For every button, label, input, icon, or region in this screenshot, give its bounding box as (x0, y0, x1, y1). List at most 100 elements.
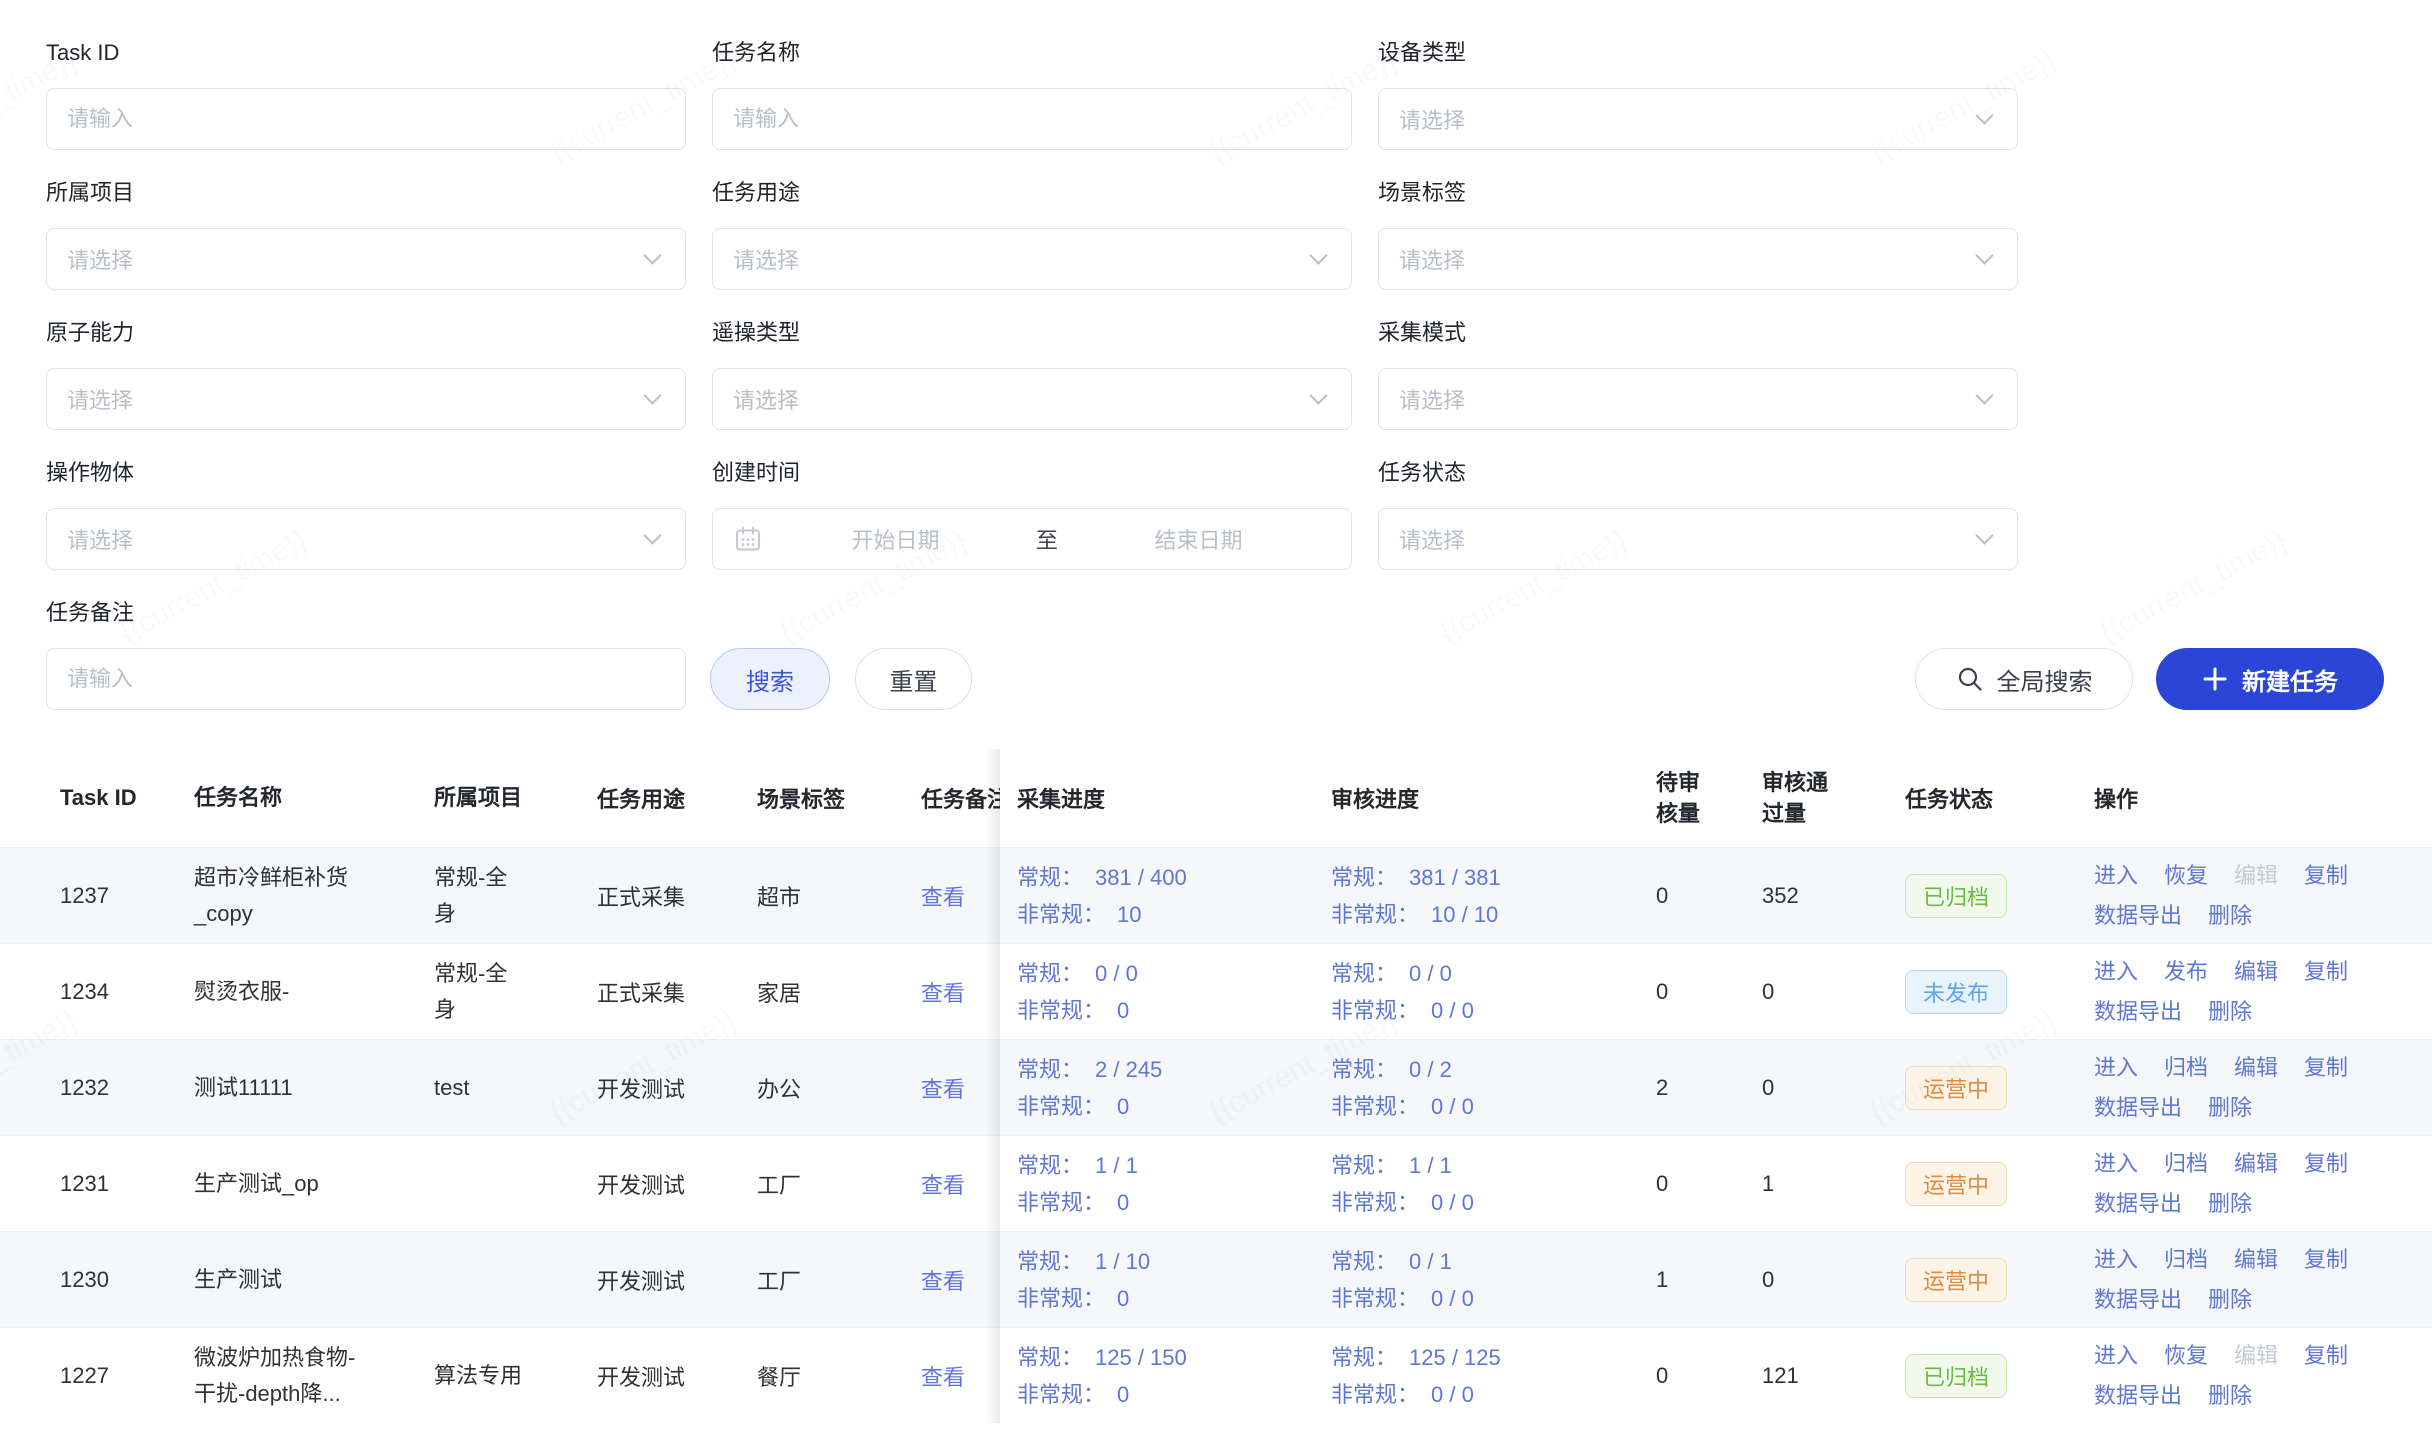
archive-link[interactable]: 归档 (2164, 1145, 2208, 1182)
enter-link[interactable]: 进入 (2094, 1145, 2138, 1182)
delete-link[interactable]: 删除 (2208, 1281, 2252, 1318)
view-remark-link[interactable]: 查看 (921, 976, 965, 1008)
delete-link[interactable]: 删除 (2208, 1377, 2252, 1414)
delete-link[interactable]: 删除 (2208, 897, 2252, 934)
export-data-link[interactable]: 数据导出 (2094, 1185, 2182, 1222)
progress-regular-line: 常规：0 / 1 (1331, 1243, 1474, 1280)
progress-regular-line: 常规：125 / 125 (1331, 1339, 1501, 1376)
search-button[interactable]: 搜索 (710, 648, 830, 710)
regular-label: 常规： (1017, 1153, 1083, 1178)
chevron-down-icon (1975, 526, 1993, 544)
global-search-button[interactable]: 全局搜索 (1915, 648, 2133, 710)
edit-link[interactable]: 编辑 (2234, 1049, 2278, 1086)
delete-link[interactable]: 删除 (2208, 993, 2252, 1030)
task-table: Task ID任务名称所属项目任务用途场景标签任务备注采集进度审核进度待审核量审… (0, 749, 2432, 1423)
cell-approved-count: 121 (1750, 1328, 1890, 1423)
task-remark-input[interactable] (46, 648, 686, 710)
filter-label-task-id: Task ID (46, 38, 686, 68)
export-data-link[interactable]: 数据导出 (2094, 1377, 2182, 1414)
enter-link[interactable]: 进入 (2094, 1241, 2138, 1278)
col-header-review-progress: 审核进度 (1331, 749, 1644, 847)
copy-link[interactable]: 复制 (2304, 1241, 2348, 1278)
cell-approved-count: 0 (1750, 944, 1890, 1039)
archive-link[interactable]: 归档 (2164, 1049, 2208, 1086)
select-placeholder: 请选择 (67, 383, 133, 415)
date-range-separator: 至 (1028, 523, 1066, 555)
view-remark-link[interactable]: 查看 (921, 880, 965, 912)
cell-task-name: 测试11111 (170, 1040, 410, 1135)
view-remark-link[interactable]: 查看 (921, 1072, 965, 1104)
task-id-input[interactable] (46, 88, 686, 150)
progress-irregular-line: 非常规：0 (1017, 1088, 1162, 1125)
teleop-type-select[interactable]: 请选择 (712, 368, 1352, 430)
regular-value: 1 / 10 (1095, 1249, 1150, 1274)
delete-link[interactable]: 删除 (2208, 1185, 2252, 1222)
filter-task-usage: 任务用途请选择 (712, 178, 1352, 290)
col-header-project: 所属项目 (410, 749, 573, 847)
copy-link[interactable]: 复制 (2304, 1145, 2348, 1182)
progress-irregular-line: 非常规：0 (1017, 992, 1138, 1029)
filter-label-task-status: 任务状态 (1378, 458, 2018, 488)
edit-link[interactable]: 编辑 (2234, 953, 2278, 990)
cell-approved-count: 1 (1750, 1136, 1890, 1231)
task-status-select[interactable]: 请选择 (1378, 508, 2018, 570)
calendar-icon (733, 524, 763, 554)
reset-button[interactable]: 重置 (855, 648, 972, 710)
restore-link[interactable]: 恢复 (2164, 1337, 2208, 1374)
atomic-ability-select[interactable]: 请选择 (46, 368, 686, 430)
copy-link[interactable]: 复制 (2304, 857, 2348, 894)
create-time-range-picker[interactable]: 开始日期至结束日期 (712, 508, 1352, 570)
filter-label-task-remark: 任务备注 (46, 598, 686, 628)
export-data-link[interactable]: 数据导出 (2094, 897, 2182, 934)
collect-mode-select[interactable]: 请选择 (1378, 368, 2018, 430)
edit-link[interactable]: 编辑 (2234, 1241, 2278, 1278)
progress-irregular-line: 非常规：0 (1017, 1280, 1150, 1317)
irregular-value: 0 (1117, 1094, 1129, 1119)
publish-link[interactable]: 发布 (2164, 953, 2208, 990)
export-data-link[interactable]: 数据导出 (2094, 1281, 2182, 1318)
copy-link[interactable]: 复制 (2304, 953, 2348, 990)
cell-task-name: 微波炉加热食物-干扰-depth降... (170, 1328, 410, 1423)
cell-approved-count: 352 (1750, 848, 1890, 943)
irregular-value: 10 / 10 (1431, 902, 1498, 927)
edit-link[interactable]: 编辑 (2234, 1145, 2278, 1182)
cell-task-name: 熨烫衣服- (170, 944, 410, 1039)
chevron-down-icon (643, 246, 661, 264)
create-task-button[interactable]: 新建任务 (2156, 648, 2384, 710)
view-remark-link[interactable]: 查看 (921, 1264, 965, 1296)
irregular-label: 非常规： (1017, 1286, 1105, 1311)
device-type-select[interactable]: 请选择 (1378, 88, 2018, 150)
enter-link[interactable]: 进入 (2094, 1049, 2138, 1086)
header-text: 场景标签 (757, 782, 845, 814)
copy-link[interactable]: 复制 (2304, 1337, 2348, 1374)
enter-link[interactable]: 进入 (2094, 1337, 2138, 1374)
archive-link[interactable]: 归档 (2164, 1241, 2208, 1278)
scene-tag-select[interactable]: 请选择 (1378, 228, 2018, 290)
task-usage-select[interactable]: 请选择 (712, 228, 1352, 290)
table-row: 1230生产测试开发测试工厂查看常规：1 / 10非常规：0常规：0 / 1非常… (0, 1231, 2432, 1327)
project-select[interactable]: 请选择 (46, 228, 686, 290)
export-data-link[interactable]: 数据导出 (2094, 1089, 2182, 1126)
header-text: 任务状态 (1905, 782, 1993, 814)
irregular-value: 0 / 0 (1431, 1382, 1474, 1407)
task-id-value: 1230 (60, 1267, 109, 1293)
cell-collect-progress: 常规：381 / 400非常规：10 (1000, 848, 1331, 943)
filter-task-remark: 任务备注 (46, 598, 686, 710)
restore-link[interactable]: 恢复 (2164, 857, 2208, 894)
select-placeholder: 请选择 (1399, 523, 1465, 555)
copy-link[interactable]: 复制 (2304, 1049, 2348, 1086)
irregular-label: 非常规： (1331, 1094, 1419, 1119)
select-placeholder: 请选择 (733, 383, 799, 415)
export-data-link[interactable]: 数据导出 (2094, 993, 2182, 1030)
enter-link[interactable]: 进入 (2094, 953, 2138, 990)
operate-object-select[interactable]: 请选择 (46, 508, 686, 570)
delete-link[interactable]: 删除 (2208, 1089, 2252, 1126)
filter-label-collect-mode: 采集模式 (1378, 318, 2018, 348)
cell-task-id: 1227 (0, 1328, 170, 1423)
enter-link[interactable]: 进入 (2094, 857, 2138, 894)
task-name-input[interactable] (712, 88, 1352, 150)
view-remark-link[interactable]: 查看 (921, 1360, 965, 1392)
progress-regular-line: 常规：0 / 0 (1331, 955, 1474, 992)
view-remark-link[interactable]: 查看 (921, 1168, 965, 1200)
review-progress-text: 常规：1 / 1非常规：0 / 0 (1331, 1147, 1474, 1221)
